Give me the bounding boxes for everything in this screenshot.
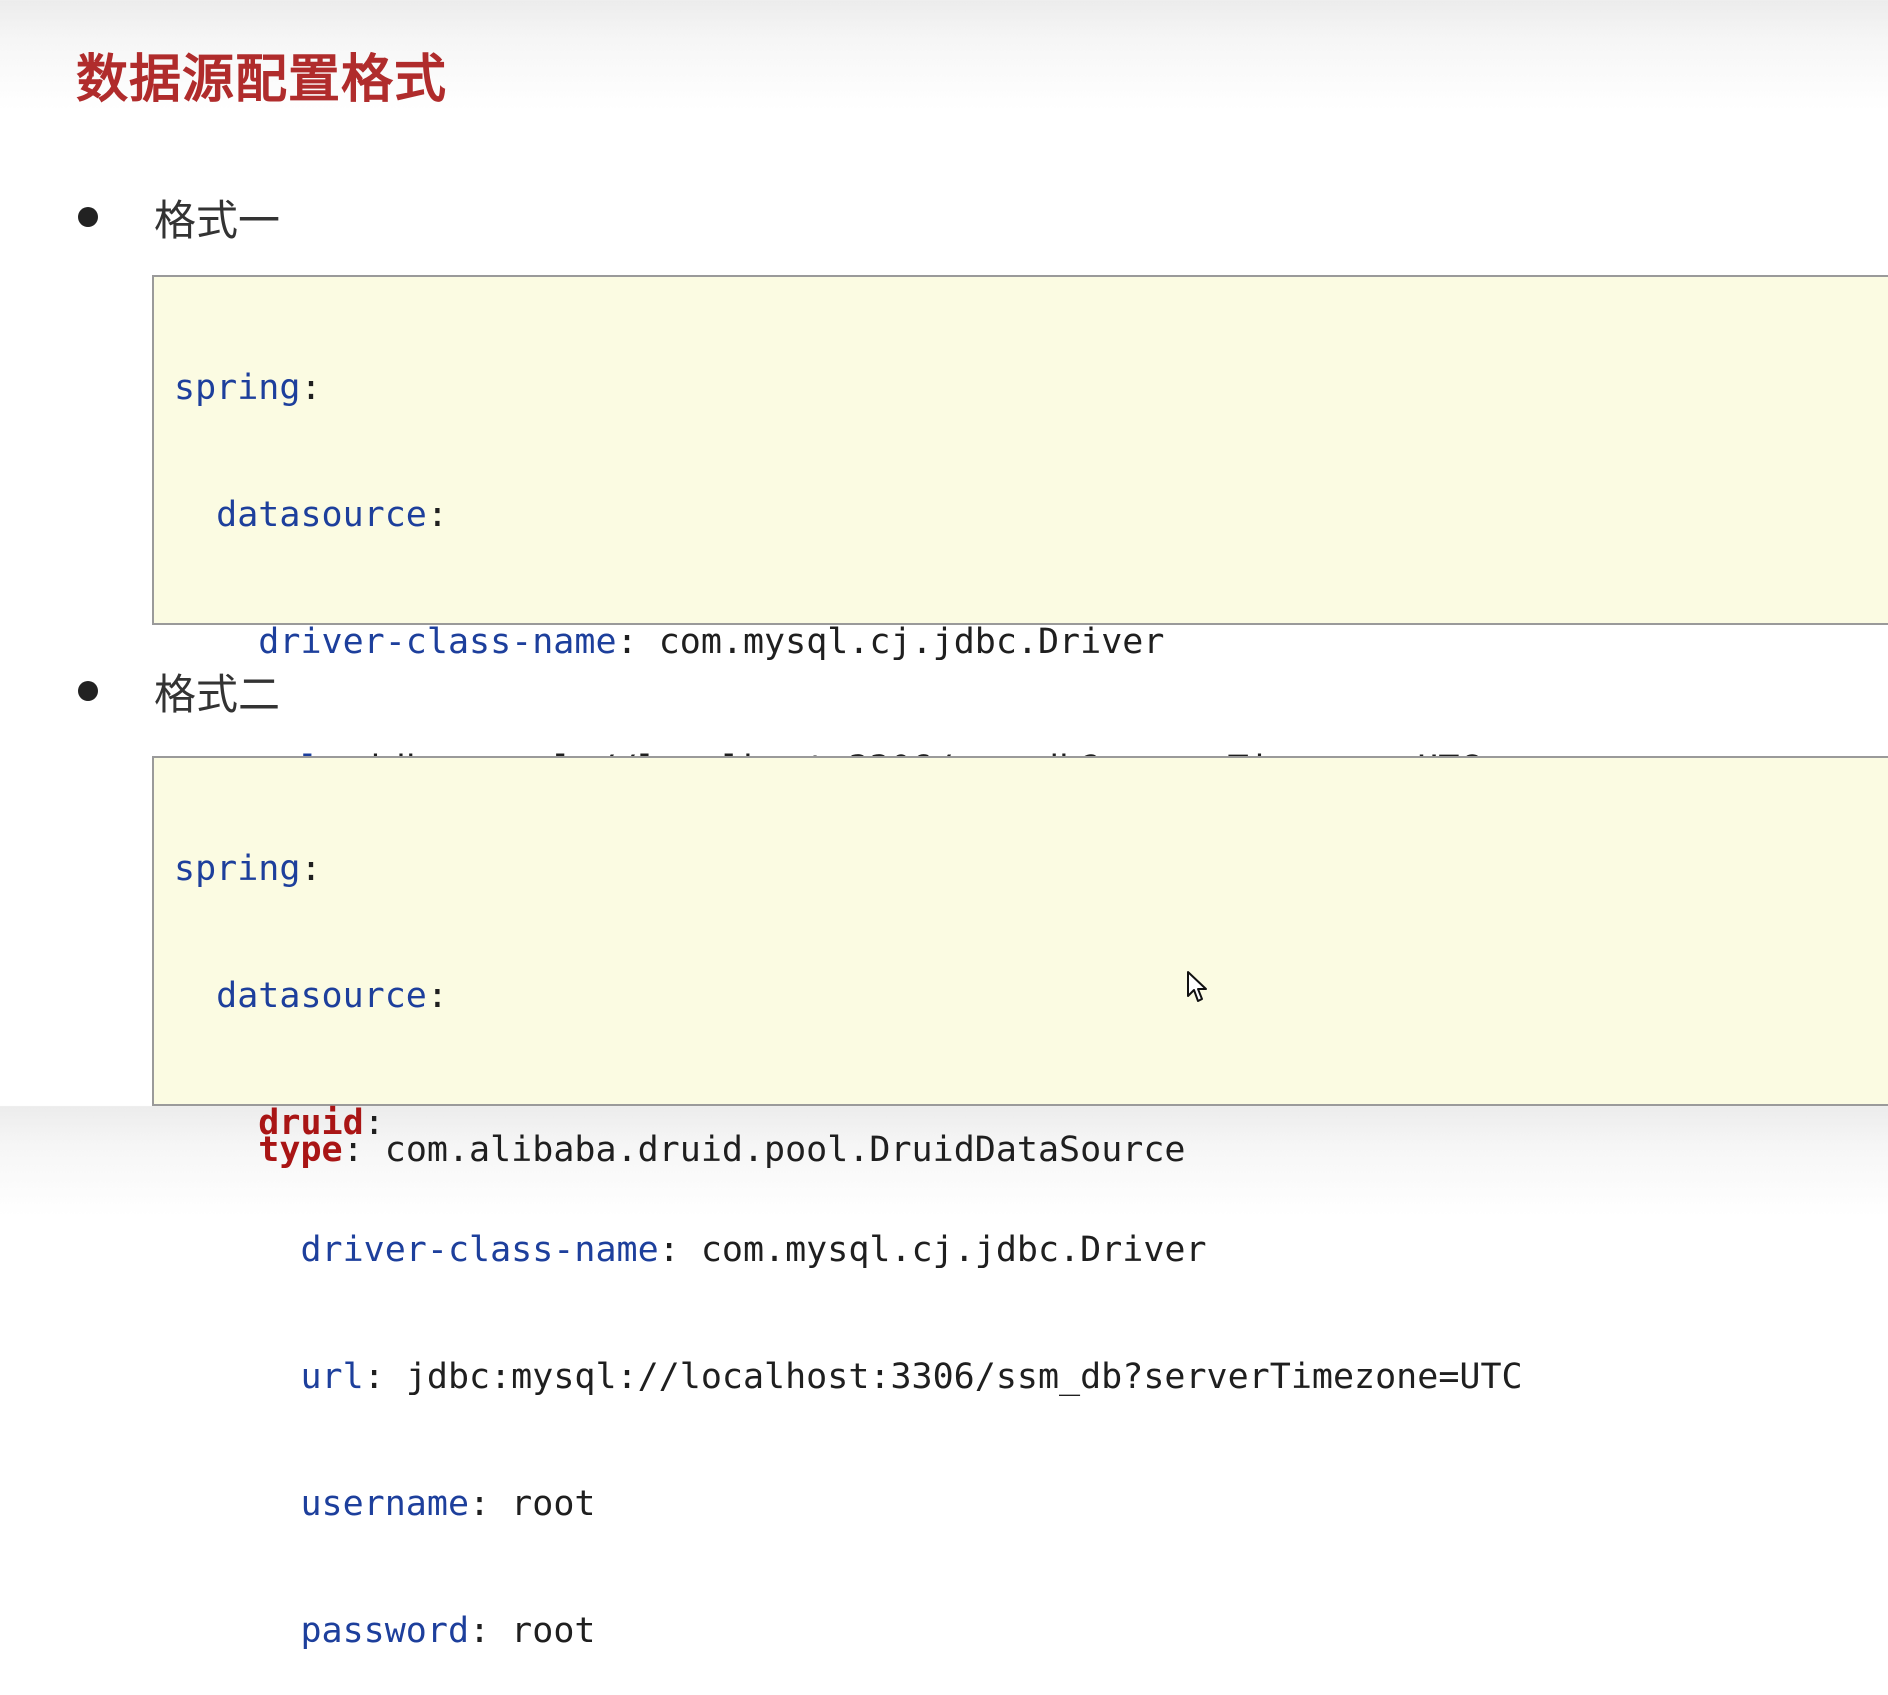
format-one-bullet: 格式一	[76, 187, 280, 247]
code-key: password	[300, 1611, 470, 1651]
format-two-bullet: 格式二	[76, 661, 280, 721]
code-key-highlight: druid	[258, 1103, 364, 1143]
format-one-code-block: spring: datasource: driver-class-name: c…	[152, 275, 1888, 1170]
code-key: driver-class-name	[300, 1230, 659, 1270]
code-line: driver-class-name: com.mysql.cj.jdbc.Dri…	[300, 1230, 1207, 1270]
code-line: spring:	[174, 368, 322, 408]
code-value: jdbc:mysql://localhost:3306/ssm_db?serve…	[405, 1357, 1523, 1397]
code-line: datasource:	[216, 495, 448, 535]
bullet-dot-icon	[78, 207, 98, 227]
code-key: datasource	[216, 495, 427, 535]
format-two-code-block: spring: datasource: druid: driver-class-…	[152, 756, 1888, 1651]
code-value: root	[511, 1484, 596, 1524]
code-line: datasource:	[216, 976, 448, 1016]
code-line: druid:	[258, 1103, 385, 1143]
code-value: com.mysql.cj.jdbc.Driver	[700, 1230, 1207, 1270]
code-key: driver-class-name	[258, 622, 617, 662]
code-key: spring	[174, 368, 301, 408]
code-line: username: root	[300, 1484, 596, 1524]
code-line: spring:	[174, 849, 322, 889]
page-title: 数据源配置格式	[76, 50, 448, 110]
format-two-label: 格式二	[154, 669, 281, 719]
code-line: driver-class-name: com.mysql.cj.jdbc.Dri…	[258, 622, 1165, 662]
code-value: com.mysql.cj.jdbc.Driver	[658, 622, 1165, 662]
format-one-label: 格式一	[154, 195, 281, 245]
code-line: password: root	[300, 1611, 596, 1651]
code-key: url	[300, 1357, 364, 1397]
code-value: root	[511, 1611, 596, 1651]
mouse-pointer-icon	[1187, 971, 1207, 1002]
code-key: username	[300, 1484, 470, 1524]
code-line: url: jdbc:mysql://localhost:3306/ssm_db?…	[300, 1357, 1523, 1397]
code-key: datasource	[216, 976, 427, 1016]
bullet-dot-icon	[78, 681, 98, 701]
code-key: spring	[174, 849, 301, 889]
